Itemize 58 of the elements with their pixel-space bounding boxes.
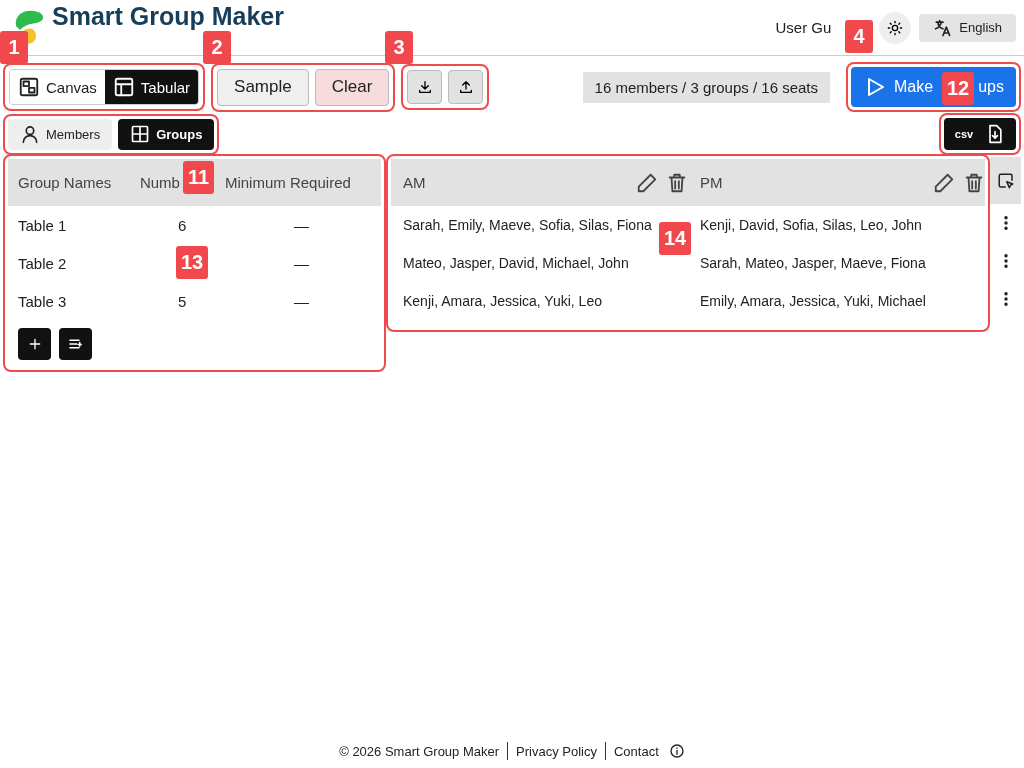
number-badge: 4 bbox=[845, 20, 873, 53]
column-header: AM bbox=[403, 174, 427, 191]
number-badge: 2 bbox=[203, 31, 231, 64]
download-icon bbox=[416, 79, 433, 95]
table-cell-text: Table 3 bbox=[17, 292, 68, 310]
upload-icon bbox=[457, 79, 474, 95]
list-tab[interactable]: Members bbox=[8, 118, 113, 150]
add-group-button[interactable] bbox=[18, 328, 51, 360]
app-title: Smart Group Maker bbox=[52, 4, 284, 29]
table-cell-text: 6 bbox=[176, 216, 188, 234]
layout-icon bbox=[18, 76, 40, 98]
table-cell-text: Mateo, Jasper, David, Michael, John bbox=[402, 255, 630, 271]
download-button[interactable] bbox=[407, 70, 443, 104]
number-badge: 11 bbox=[183, 161, 215, 194]
table-cell-text: 5 bbox=[176, 292, 188, 310]
table-cell-text: — bbox=[292, 254, 310, 272]
pointer-select-icon[interactable] bbox=[996, 171, 1015, 190]
table-cell-text: Emily, Amara, Jessica, Yuki, Michael bbox=[699, 293, 927, 309]
column-header: PM bbox=[700, 174, 724, 191]
number-badge: 1 bbox=[0, 31, 28, 64]
trash-icon[interactable] bbox=[666, 171, 688, 194]
table-cell-text: Table 2 bbox=[17, 254, 68, 272]
table-cell-text: — bbox=[292, 292, 310, 310]
copyright-text: © 2026 Smart Group Maker bbox=[339, 743, 500, 759]
column-header: Group Names bbox=[17, 174, 113, 191]
view-toggle-button[interactable]: Tabular bbox=[104, 70, 199, 104]
column-header: Minimum Required bbox=[223, 174, 352, 191]
table-cell-text: — bbox=[292, 216, 310, 234]
csv-export-button[interactable]: csv bbox=[944, 118, 1016, 150]
number-badge: 13 bbox=[176, 246, 209, 279]
footer-link[interactable]: Privacy Policy bbox=[516, 743, 597, 759]
number-badge: 12 bbox=[942, 72, 975, 105]
footer-link[interactable]: Contact bbox=[614, 743, 659, 759]
table-icon bbox=[112, 76, 135, 98]
number-badge: 3 bbox=[385, 31, 413, 64]
sun-icon bbox=[887, 19, 904, 36]
edit-icon[interactable] bbox=[933, 171, 955, 194]
list-tab[interactable]: Groups bbox=[118, 118, 215, 150]
info-icon bbox=[668, 743, 685, 759]
table-cell-text: Kenji, David, Sofia, Silas, Leo, John bbox=[699, 217, 923, 233]
grid-icon bbox=[130, 124, 151, 144]
theme-toggle-button[interactable] bbox=[879, 11, 912, 44]
summary-label: 16 members / 3 groups / 16 seats bbox=[582, 71, 830, 103]
number-badge: 14 bbox=[659, 222, 692, 255]
sample-button[interactable]: Sample bbox=[217, 68, 309, 106]
upload-button[interactable] bbox=[448, 70, 484, 104]
table-cell-text: Sarah, Mateo, Jasper, Maeve, Fiona bbox=[699, 255, 927, 271]
edit-icon[interactable] bbox=[636, 171, 658, 194]
user-guide-link[interactable]: User Gu bbox=[775, 19, 832, 36]
language-button[interactable]: English bbox=[919, 13, 1016, 42]
table-cell-text: Sarah, Emily, Maeve, Sofia, Silas, Fiona bbox=[402, 217, 653, 233]
table-cell-text: Table 1 bbox=[17, 216, 68, 234]
person-icon bbox=[20, 124, 40, 144]
column-header: Numb bbox=[139, 174, 180, 191]
table-cell-text: Kenji, Amara, Jessica, Yuki, Leo bbox=[402, 293, 603, 309]
add-list-button[interactable] bbox=[59, 328, 92, 360]
trash-icon[interactable] bbox=[963, 171, 985, 194]
clear-button[interactable]: Clear bbox=[314, 68, 390, 106]
